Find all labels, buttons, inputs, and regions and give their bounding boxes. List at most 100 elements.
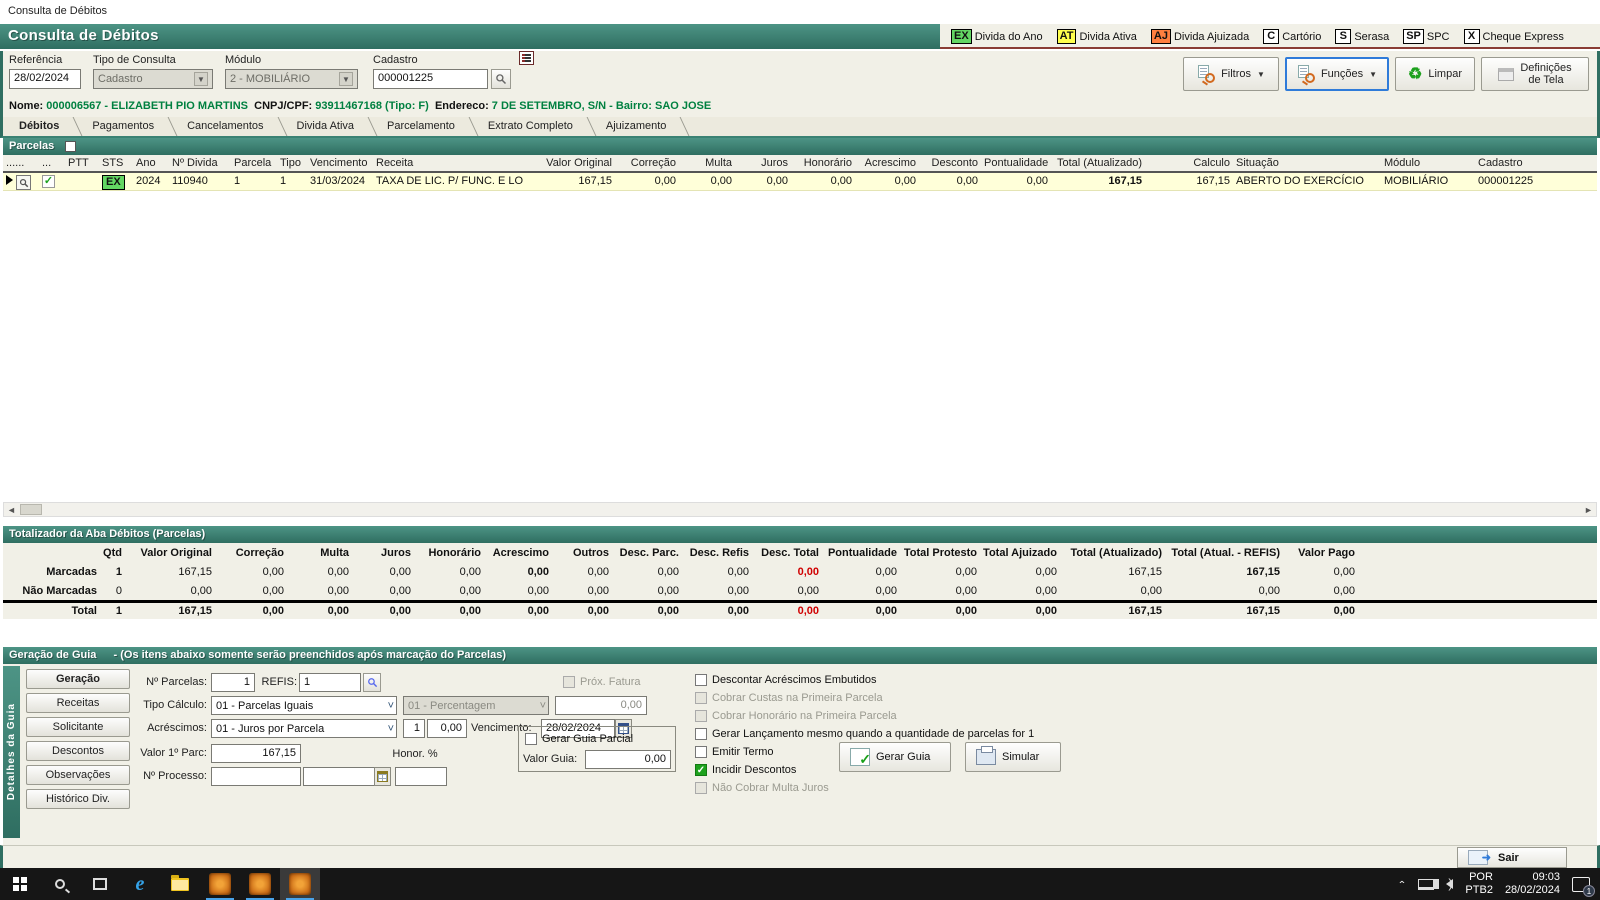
acrescimos-valor-input[interactable]: 0,00 xyxy=(427,719,467,738)
task-view-button[interactable] xyxy=(80,868,120,900)
sair-button[interactable]: Sair xyxy=(1457,847,1567,868)
cadastro-search-button[interactable] xyxy=(491,69,511,89)
checkbox-icon xyxy=(695,746,707,758)
option-checkbox: Cobrar Custas na Primeira Parcela xyxy=(695,690,1034,706)
tab-pagamentos[interactable]: Pagamentos xyxy=(80,117,170,136)
limpar-button[interactable]: ♻ Limpar xyxy=(1395,57,1475,91)
totalizador-header-row: QtdValor OriginalCorreçãoMultaJurosHonor… xyxy=(3,543,1597,562)
honorario-pct-input[interactable] xyxy=(395,767,447,786)
sidebar-item-gera-o[interactable]: Geração xyxy=(26,669,130,689)
row-cell: 1 xyxy=(103,566,128,578)
taskbar-search-button[interactable] xyxy=(40,868,80,900)
row-cell: 31/03/2024 xyxy=(307,173,373,190)
notification-icon[interactable]: 1 xyxy=(1572,877,1590,892)
tipo-consulta-select[interactable]: Cadastro ▼ xyxy=(93,69,213,89)
gerar-guia-parcial-checkbox[interactable]: Gerar Guia Parcial xyxy=(525,731,675,747)
valor-guia-input[interactable]: 0,00 xyxy=(585,750,671,769)
gerar-guia-button[interactable]: Gerar Guia xyxy=(839,742,951,772)
geracao-options: Descontar Acréscimos Embutidos Cobrar Cus… xyxy=(695,672,1034,796)
sidebar-item-descontos[interactable]: Descontos xyxy=(26,741,130,761)
legend-badge: S xyxy=(1335,29,1351,44)
legend-item: ATDivida Ativa xyxy=(1057,29,1137,44)
prox-fatura-checkbox: Próx. Fatura xyxy=(563,674,641,690)
modulo-select[interactable]: 2 - MOBILIÁRIO ▼ xyxy=(225,69,358,89)
sidebar-item-observa-es[interactable]: Observações xyxy=(26,765,130,785)
horizontal-scrollbar[interactable]: ◄ ► xyxy=(3,502,1597,517)
list-menu-icon[interactable] xyxy=(519,51,534,65)
option-label: Gerar Lançamento mesmo quando a quantida… xyxy=(712,728,1034,740)
geracao-section-header: Geração de Guia - (Os itens abaixo somen… xyxy=(3,647,1597,664)
option-checkbox[interactable]: Gerar Lançamento mesmo quando a quantida… xyxy=(695,726,1034,742)
tab-extrato-completo[interactable]: Extrato Completo xyxy=(476,117,589,136)
column-header: Parcela xyxy=(231,155,277,171)
row-cell: 0,00 xyxy=(825,566,903,578)
network-icon[interactable] xyxy=(1418,879,1434,890)
refis-search-button[interactable] xyxy=(363,673,381,692)
language-indicator[interactable]: PORPTB2 xyxy=(1465,871,1493,897)
tab-divida-ativa[interactable]: Divida Ativa xyxy=(285,117,370,136)
start-button[interactable] xyxy=(0,868,40,900)
parcelas-select-all-checkbox[interactable] xyxy=(65,141,76,152)
filtros-button[interactable]: Filtros ▼ xyxy=(1183,57,1279,91)
cnpj-label: CNPJ/CPF: xyxy=(254,100,312,112)
speaker-icon[interactable] xyxy=(1446,879,1453,889)
cadastro-input[interactable]: 000001225 xyxy=(373,69,488,89)
funcoes-button[interactable]: Funções ▼ xyxy=(1285,57,1389,91)
scroll-right-arrow[interactable]: ► xyxy=(1581,504,1596,515)
detalhes-guia-strip: Detalhes da Guia xyxy=(3,666,20,838)
simular-label: Simular xyxy=(1002,751,1039,763)
column-header: Nº Divida xyxy=(169,155,231,171)
tab-ajuizamento[interactable]: Ajuizamento xyxy=(594,117,683,136)
tipo-calculo-select[interactable]: 01 - Parcelas Iguais ˅ xyxy=(211,696,397,715)
num-parcelas-input[interactable]: 1 xyxy=(211,673,255,692)
row-cell: 0,00 xyxy=(903,585,983,597)
tab-parcelamento[interactable]: Parcelamento xyxy=(375,117,471,136)
row-cell: 110940 xyxy=(169,173,231,190)
table-row[interactable]: ✓EX20241109401131/03/2024TAXA DE LIC. P/… xyxy=(3,173,1597,191)
acrescimos-qty-input[interactable]: 1 xyxy=(403,719,425,738)
sidebar-item-hist-rico-div-[interactable]: Histórico Div. xyxy=(26,789,130,809)
internet-explorer-button[interactable]: e xyxy=(120,868,160,900)
sidebar-item-receitas[interactable]: Receitas xyxy=(26,693,130,713)
tab-cancelamentos[interactable]: Cancelamentos xyxy=(175,117,279,136)
valor-primeira-parcela-input[interactable]: 167,15 xyxy=(211,744,301,763)
clock[interactable]: 09:0328/02/2024 xyxy=(1505,871,1560,897)
valor-guia-label: Valor Guia: xyxy=(523,753,585,765)
row-detail-search-button[interactable] xyxy=(16,175,31,190)
row-cell: ABERTO DO EXERCÍCIO xyxy=(1233,173,1381,190)
checkbox-icon xyxy=(695,710,707,722)
column-header: Valor Original xyxy=(531,155,615,171)
row-cell: 0,00 xyxy=(355,605,417,617)
simular-button[interactable]: Simular xyxy=(965,742,1061,772)
app-icon xyxy=(249,873,271,895)
num-processo-input-1[interactable] xyxy=(211,767,301,786)
file-explorer-button[interactable] xyxy=(160,868,200,900)
definicoes-tela-button[interactable]: Definiçõesde Tela xyxy=(1481,57,1589,91)
row-select-checkbox[interactable]: ✓ xyxy=(42,175,55,188)
app-window-button-2[interactable] xyxy=(240,868,280,900)
referencia-input[interactable]: 28/02/2024 xyxy=(9,69,81,89)
row-cell: 0,00 xyxy=(615,173,679,190)
app-window-button-1[interactable] xyxy=(200,868,240,900)
row-cell: EX xyxy=(99,173,133,190)
generate-check-icon xyxy=(850,748,870,766)
filter-toolbar: Referência 28/02/2024 Tipo de Consulta C… xyxy=(0,51,1600,97)
tab-débitos[interactable]: Débitos xyxy=(7,117,75,136)
acrescimos-select[interactable]: 01 - Juros por Parcela ˅ xyxy=(211,719,397,738)
scrollbar-thumb[interactable] xyxy=(20,504,42,515)
option-checkbox[interactable]: Descontar Acréscimos Embutidos xyxy=(695,672,1034,688)
sidebar-item-solicitante[interactable]: Solicitante xyxy=(26,717,130,737)
row-cell: 000001225 xyxy=(1475,173,1543,190)
legend-badge: SP xyxy=(1403,29,1424,44)
tray-expand-icon[interactable]: ⌃ xyxy=(1397,879,1406,889)
row-cell: 167,15 xyxy=(1168,605,1286,617)
row-cell: 0,00 xyxy=(487,605,555,617)
app-window-button-active[interactable] xyxy=(280,868,320,900)
column-header: Acrescimo xyxy=(855,155,919,171)
calculator-icon[interactable] xyxy=(374,767,391,786)
checkbox-icon xyxy=(525,733,537,745)
refis-input[interactable]: 1 xyxy=(299,673,361,692)
percentagem-select: 01 - Percentagem ˅ xyxy=(403,696,549,715)
scroll-left-arrow[interactable]: ◄ xyxy=(4,504,19,515)
search-icon xyxy=(55,879,65,889)
